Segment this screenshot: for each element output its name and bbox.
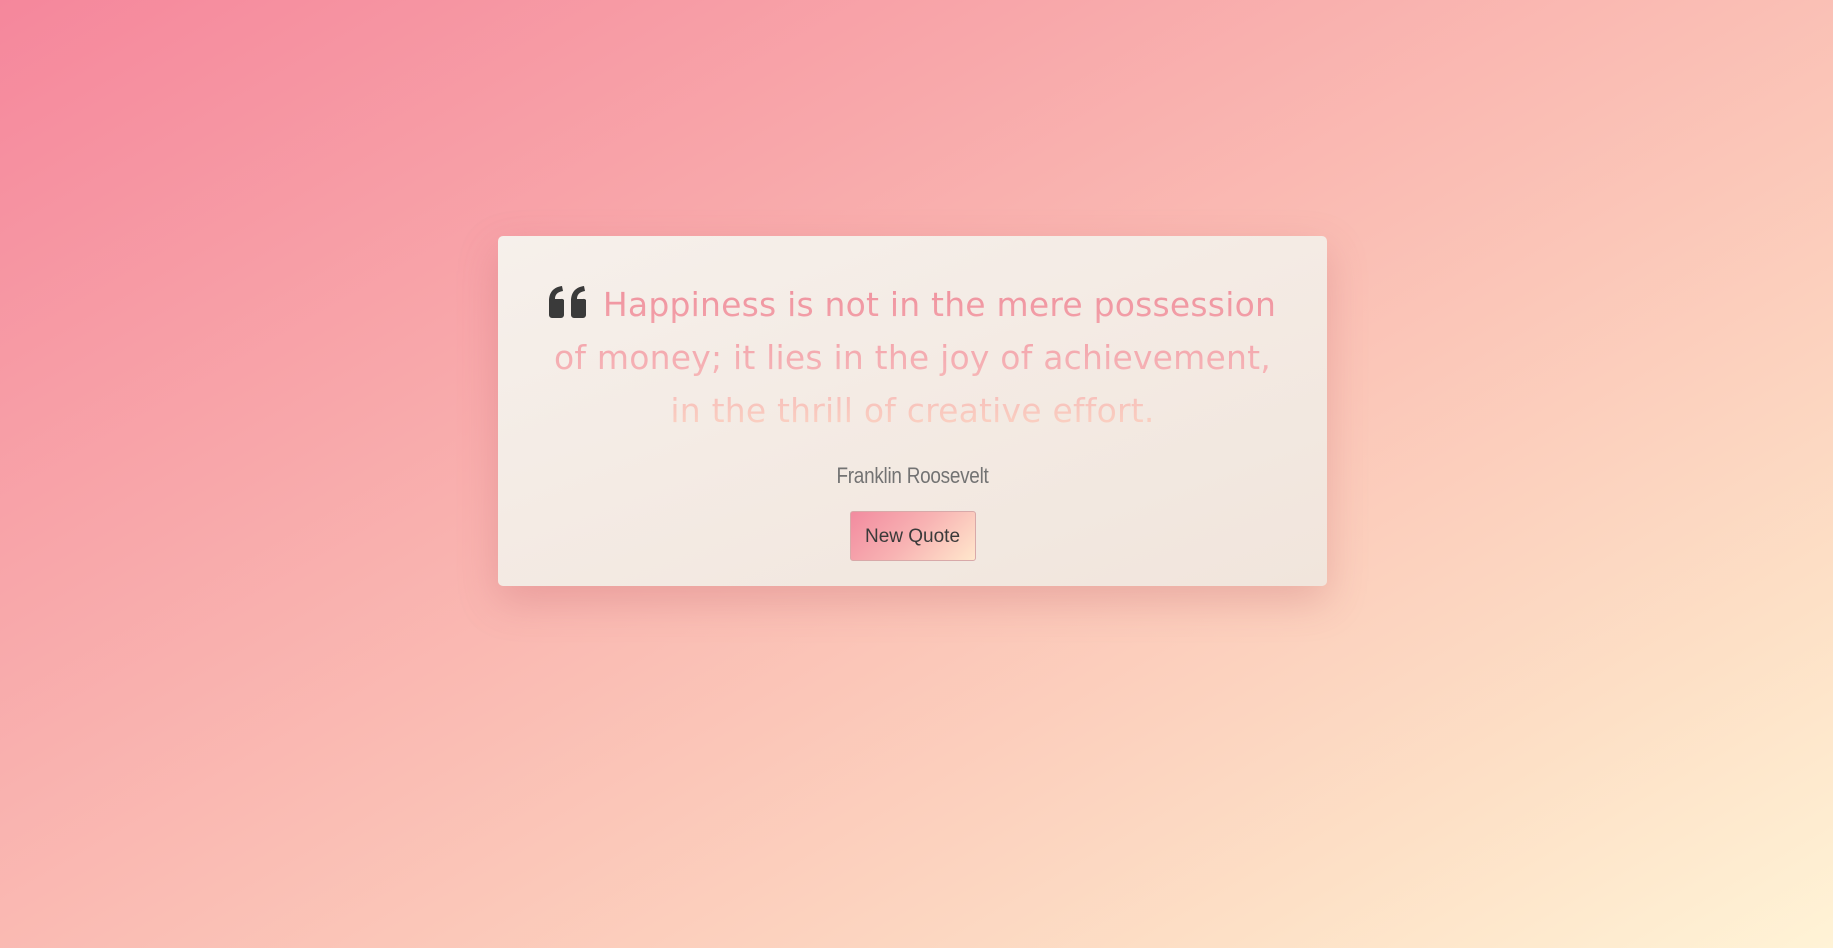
quote-block: Happiness is not in the mere possession … bbox=[546, 278, 1279, 437]
quote-author: Franklin Roosevelt bbox=[836, 463, 989, 488]
new-quote-button[interactable]: New Quote bbox=[849, 511, 976, 561]
quote-left-icon bbox=[548, 286, 587, 318]
quote-text: Happiness is not in the mere possession … bbox=[554, 285, 1277, 430]
quote-card: Happiness is not in the mere possession … bbox=[498, 236, 1327, 586]
